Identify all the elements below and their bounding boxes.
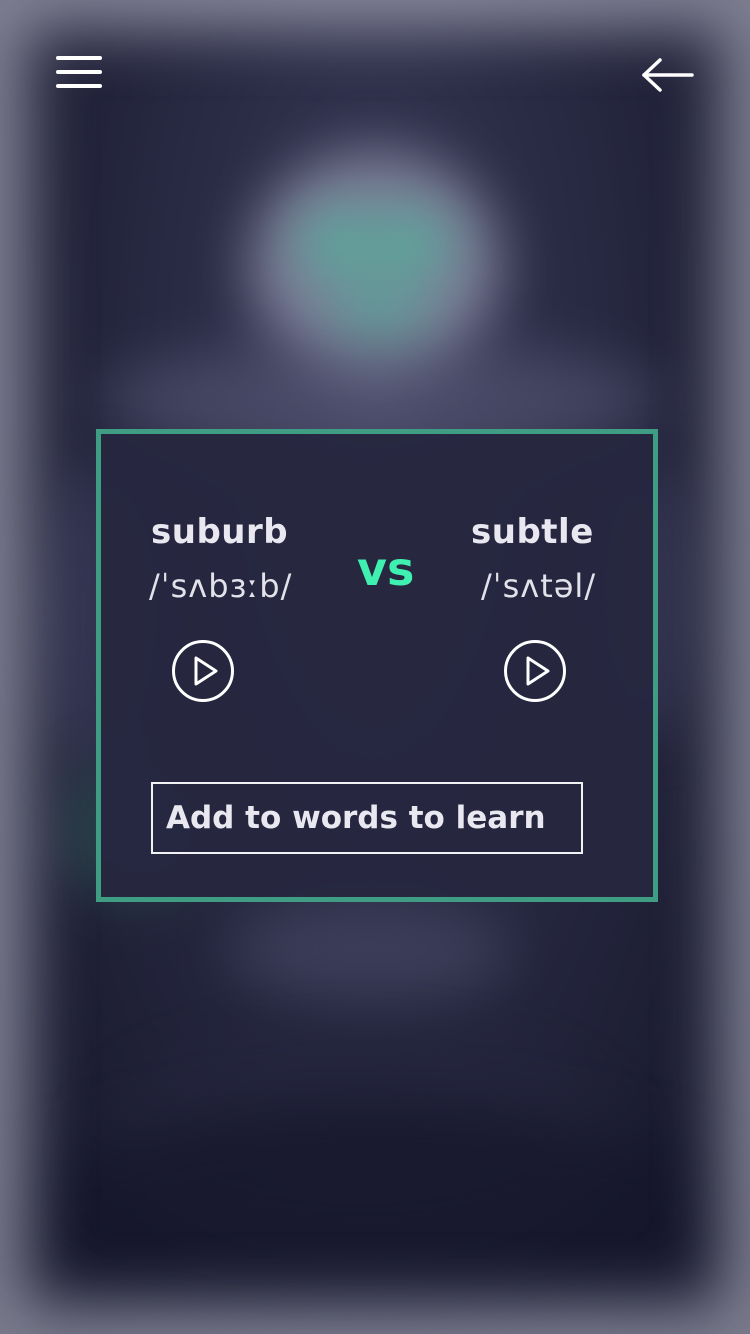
left-pronunciation: /ˈsʌbɜːb/ bbox=[149, 567, 293, 605]
play-circle-icon bbox=[172, 640, 234, 702]
right-pronunciation: /ˈsʌtəl/ bbox=[481, 567, 597, 605]
hamburger-menu-icon[interactable] bbox=[56, 54, 102, 90]
play-left-word-button[interactable] bbox=[171, 639, 235, 703]
app-screen: suburb /ˈsʌbɜːb/ vs subtle /ˈsʌtəl/ Add … bbox=[0, 0, 750, 1334]
add-to-words-to-learn-button[interactable]: Add to words to learn bbox=[151, 782, 583, 854]
play-circle-icon bbox=[504, 640, 566, 702]
play-right-word-button[interactable] bbox=[503, 639, 567, 703]
right-word: subtle bbox=[471, 512, 594, 552]
left-word: suburb bbox=[151, 512, 289, 552]
vs-label: vs bbox=[357, 542, 415, 596]
word-comparison-card: suburb /ˈsʌbɜːb/ vs subtle /ˈsʌtəl/ Add … bbox=[96, 429, 658, 902]
arrow-left-icon[interactable] bbox=[640, 56, 694, 94]
